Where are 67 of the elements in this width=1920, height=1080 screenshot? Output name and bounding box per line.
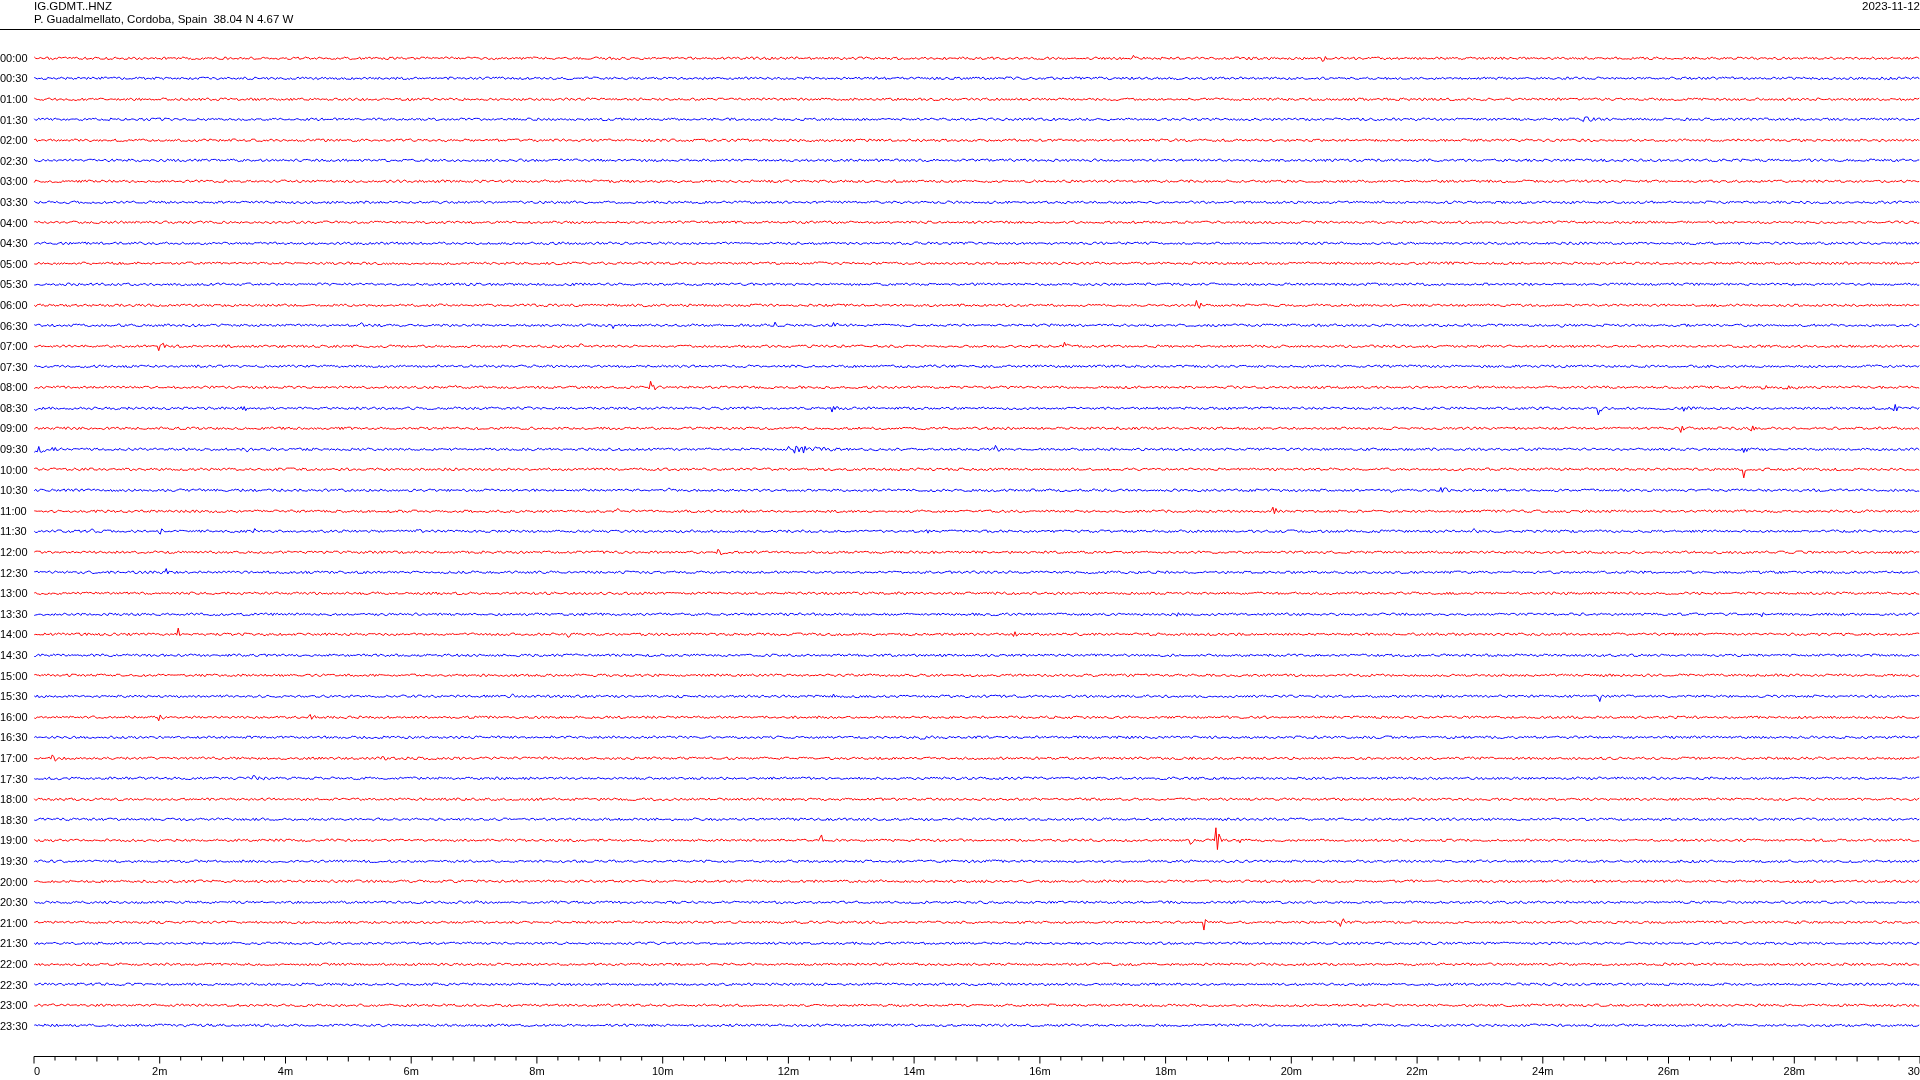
- axis-label: 22m: [1406, 1065, 1428, 1077]
- axis-label: 8m: [529, 1065, 545, 1077]
- time-label: 23:30: [0, 1019, 29, 1032]
- time-label: 19:00: [0, 834, 29, 847]
- time-label: 21:30: [0, 937, 29, 950]
- time-label: 20:30: [0, 896, 29, 909]
- time-label: 07:00: [0, 340, 29, 353]
- time-label: 10:00: [0, 463, 29, 476]
- time-label: 04:00: [0, 216, 29, 229]
- time-label: 16:30: [0, 731, 29, 744]
- time-label: 18:30: [0, 813, 29, 826]
- time-label: 21:00: [0, 916, 29, 929]
- time-label: 12:00: [0, 546, 29, 559]
- time-label: 15:00: [0, 669, 29, 682]
- time-label: 06:30: [0, 319, 29, 332]
- axis-label: 2m: [152, 1065, 168, 1077]
- time-label: 00:00: [0, 51, 29, 64]
- time-label: 02:30: [0, 154, 29, 167]
- time-label: 14:30: [0, 649, 29, 661]
- time-label: 09:00: [0, 422, 29, 435]
- axis-label: 26m: [1657, 1065, 1680, 1077]
- time-label: 23:00: [0, 999, 29, 1012]
- axis-label: 14m: [903, 1065, 925, 1077]
- axis-label: 28m: [1783, 1065, 1805, 1077]
- time-label: 02:00: [0, 134, 29, 147]
- axis-label: 20m: [1280, 1065, 1303, 1077]
- time-label: 16:00: [0, 710, 29, 723]
- axis-label: 10m: [651, 1065, 674, 1077]
- time-label: 13:00: [0, 587, 29, 600]
- station-code: IG.GDMT..HNZ: [34, 0, 113, 13]
- time-label: 06:00: [0, 298, 29, 311]
- time-label: 00:30: [0, 72, 29, 85]
- time-label: 20:00: [0, 875, 29, 888]
- time-label: 11:00: [0, 504, 28, 517]
- time-label: 10:30: [0, 484, 29, 497]
- axis-label: 12m: [777, 1065, 800, 1077]
- station-location: P. Guadalmellato, Cordoba, Spain 38.04 N 4.67 W: [34, 13, 294, 26]
- time-label: 03:00: [0, 175, 29, 188]
- time-label: 15:30: [0, 690, 29, 703]
- time-label: 17:30: [0, 772, 29, 785]
- time-label: 22:30: [0, 978, 29, 991]
- time-label: 11:30: [0, 525, 28, 538]
- time-label: 08:30: [0, 401, 29, 414]
- time-label: 12:30: [0, 566, 29, 579]
- time-label: 08:00: [0, 381, 29, 394]
- axis-label: 24m: [1532, 1065, 1554, 1077]
- time-label: 05:00: [0, 257, 29, 270]
- time-label: 03:30: [0, 195, 29, 208]
- time-label: 09:30: [0, 443, 29, 456]
- time-label: 13:30: [0, 607, 29, 620]
- time-label: 19:30: [0, 854, 29, 867]
- axis-label: 4m: [277, 1065, 294, 1077]
- time-label: 22:00: [0, 957, 29, 970]
- time-label: 07:30: [0, 360, 29, 373]
- date-label: 2023-11-12: [1862, 0, 1920, 14]
- axis-label: 0: [34, 1065, 41, 1077]
- time-label: 17:00: [0, 752, 29, 764]
- time-label: 01:30: [0, 113, 29, 126]
- axis-label: 16m: [1029, 1065, 1051, 1077]
- time-label: 05:30: [0, 278, 29, 291]
- time-label: 01:00: [0, 93, 29, 105]
- axis-label: 6m: [403, 1065, 419, 1077]
- axis-label: 30: [1907, 1065, 1920, 1077]
- time-label: 18:00: [0, 793, 29, 806]
- time-label: 04:30: [0, 237, 29, 250]
- time-label: 14:00: [0, 628, 29, 641]
- axis-label: 18m: [1154, 1065, 1177, 1077]
